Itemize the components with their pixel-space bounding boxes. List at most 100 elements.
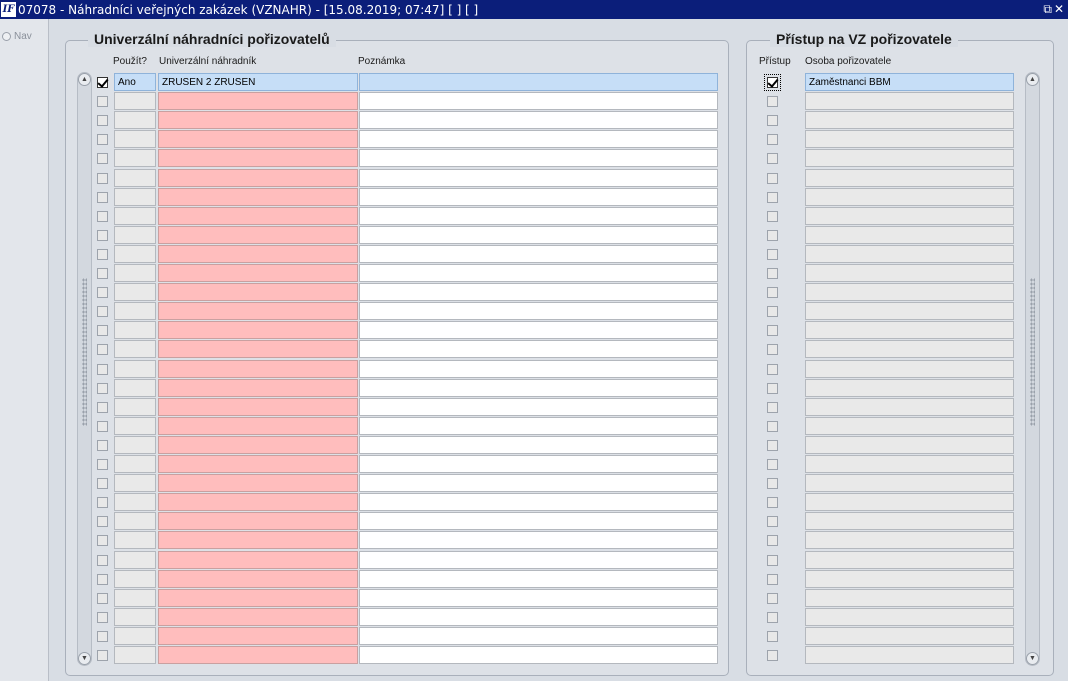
access-checkbox[interactable] xyxy=(767,134,778,146)
access-checkbox[interactable] xyxy=(767,478,778,490)
access-checkbox[interactable] xyxy=(767,115,778,127)
note-cell[interactable] xyxy=(359,531,718,550)
use-checkbox[interactable] xyxy=(97,382,108,394)
use-checkbox[interactable] xyxy=(97,191,108,203)
note-cell[interactable] xyxy=(359,340,718,359)
substitute-cell[interactable]: ZRUSEN 2 ZRUSEN xyxy=(158,73,358,91)
note-cell[interactable] xyxy=(359,646,718,664)
use-checkbox[interactable] xyxy=(97,478,108,490)
note-cell[interactable] xyxy=(359,149,718,168)
access-checkbox[interactable] xyxy=(767,611,778,623)
use-checkbox[interactable] xyxy=(97,325,108,337)
substitute-cell[interactable] xyxy=(158,550,358,569)
person-cell[interactable] xyxy=(805,225,1014,244)
substitute-cell[interactable] xyxy=(158,512,358,531)
access-checkbox[interactable] xyxy=(767,229,778,241)
access-checkbox[interactable] xyxy=(764,74,781,91)
use-cell[interactable] xyxy=(114,512,156,531)
person-cell[interactable] xyxy=(805,531,1014,550)
note-cell[interactable] xyxy=(359,130,718,149)
use-checkbox[interactable] xyxy=(97,535,108,547)
access-checkbox[interactable] xyxy=(767,573,778,585)
note-cell[interactable] xyxy=(359,264,718,282)
access-checkbox[interactable] xyxy=(767,268,778,279)
person-cell[interactable] xyxy=(805,187,1014,206)
person-cell[interactable] xyxy=(805,512,1014,531)
person-cell[interactable] xyxy=(805,340,1014,359)
substitute-cell[interactable] xyxy=(158,588,358,607)
note-cell[interactable] xyxy=(359,302,718,321)
substitute-cell[interactable] xyxy=(158,187,358,206)
note-cell[interactable] xyxy=(359,244,718,263)
substitute-cell[interactable] xyxy=(158,321,358,340)
person-cell[interactable] xyxy=(805,206,1014,225)
access-checkbox[interactable] xyxy=(767,153,778,165)
substitute-cell[interactable] xyxy=(158,302,358,321)
use-checkbox[interactable] xyxy=(97,172,108,184)
note-cell[interactable] xyxy=(359,626,718,645)
person-cell[interactable] xyxy=(805,646,1014,664)
use-checkbox[interactable] xyxy=(97,611,108,623)
use-checkbox[interactable] xyxy=(97,401,108,413)
use-cell[interactable] xyxy=(114,359,156,378)
access-checkbox[interactable] xyxy=(767,344,778,356)
use-checkbox[interactable] xyxy=(97,287,108,299)
use-cell[interactable]: Ano xyxy=(114,73,156,91)
access-checkbox[interactable] xyxy=(767,248,778,260)
access-checkbox[interactable] xyxy=(767,516,778,528)
access-checkbox[interactable] xyxy=(767,401,778,413)
access-checkbox[interactable] xyxy=(767,554,778,566)
person-cell[interactable] xyxy=(805,550,1014,569)
use-checkbox[interactable] xyxy=(97,573,108,585)
access-checkbox[interactable] xyxy=(767,459,778,470)
use-checkbox[interactable] xyxy=(97,420,108,432)
access-checkbox[interactable] xyxy=(767,210,778,222)
substitute-cell[interactable] xyxy=(158,607,358,626)
restore-window-icon[interactable]: ⧉ xyxy=(1043,2,1052,17)
access-checkbox[interactable] xyxy=(767,191,778,203)
use-cell[interactable] xyxy=(114,302,156,321)
substitute-cell[interactable] xyxy=(158,397,358,416)
use-cell[interactable] xyxy=(114,149,156,168)
person-cell[interactable] xyxy=(805,588,1014,607)
substitute-cell[interactable] xyxy=(158,646,358,664)
substitute-cell[interactable] xyxy=(158,435,358,454)
use-cell[interactable] xyxy=(114,455,156,473)
person-cell[interactable] xyxy=(805,378,1014,397)
use-checkbox[interactable] xyxy=(97,592,108,604)
use-cell[interactable] xyxy=(114,607,156,626)
substitute-cell[interactable] xyxy=(158,531,358,550)
use-checkbox[interactable] xyxy=(97,497,108,509)
substitute-cell[interactable] xyxy=(158,225,358,244)
substitute-cell[interactable] xyxy=(158,283,358,302)
use-checkbox[interactable] xyxy=(97,459,108,470)
use-cell[interactable] xyxy=(114,283,156,302)
use-cell[interactable] xyxy=(114,168,156,187)
person-cell[interactable] xyxy=(805,626,1014,645)
person-cell[interactable] xyxy=(805,493,1014,512)
note-cell[interactable] xyxy=(359,512,718,531)
use-cell[interactable] xyxy=(114,92,156,111)
access-checkbox[interactable] xyxy=(767,172,778,184)
nav-radio-button[interactable]: Nav xyxy=(2,31,32,42)
note-cell[interactable] xyxy=(359,283,718,302)
note-cell[interactable] xyxy=(359,359,718,378)
note-cell[interactable] xyxy=(359,550,718,569)
person-cell[interactable] xyxy=(805,455,1014,473)
note-cell[interactable] xyxy=(359,455,718,473)
note-cell[interactable] xyxy=(359,73,718,91)
use-cell[interactable] xyxy=(114,111,156,130)
use-checkbox[interactable] xyxy=(97,344,108,356)
use-checkbox[interactable] xyxy=(97,650,108,661)
person-cell[interactable] xyxy=(805,302,1014,321)
person-cell[interactable] xyxy=(805,168,1014,187)
access-checkbox[interactable] xyxy=(767,630,778,642)
substitute-cell[interactable] xyxy=(158,416,358,435)
note-cell[interactable] xyxy=(359,588,718,607)
use-cell[interactable] xyxy=(114,474,156,493)
substitute-cell[interactable] xyxy=(158,264,358,282)
person-cell[interactable] xyxy=(805,397,1014,416)
substitute-cell[interactable] xyxy=(158,474,358,493)
use-cell[interactable] xyxy=(114,225,156,244)
use-cell[interactable] xyxy=(114,187,156,206)
